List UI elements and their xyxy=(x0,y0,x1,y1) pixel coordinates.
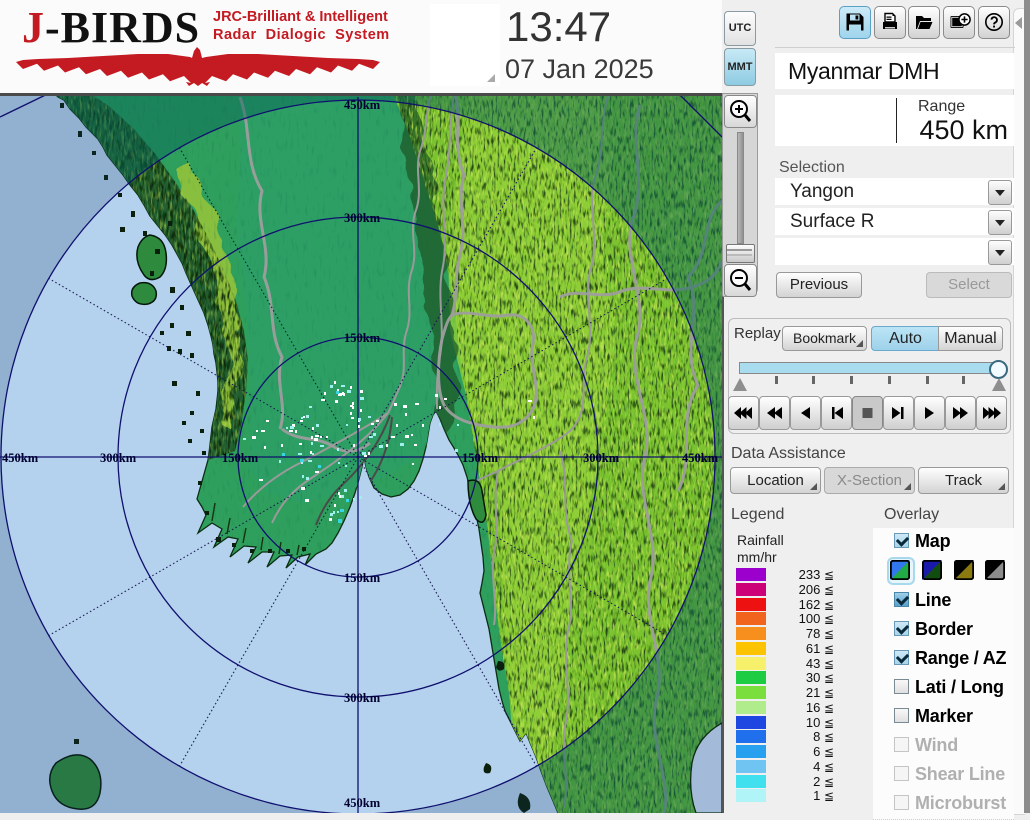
svg-text:300km: 300km xyxy=(100,451,137,465)
svg-text:300km: 300km xyxy=(344,211,381,225)
svg-text:150km: 150km xyxy=(222,451,259,465)
svg-text:450km: 450km xyxy=(682,451,719,465)
svg-text:150km: 150km xyxy=(344,331,381,345)
svg-text:150km: 150km xyxy=(462,451,499,465)
svg-text:450km: 450km xyxy=(2,451,39,465)
svg-text:300km: 300km xyxy=(344,691,381,705)
svg-text:450km: 450km xyxy=(344,796,381,810)
svg-text:300km: 300km xyxy=(583,451,620,465)
svg-text:450km: 450km xyxy=(344,98,381,112)
svg-text:150km: 150km xyxy=(344,571,381,585)
